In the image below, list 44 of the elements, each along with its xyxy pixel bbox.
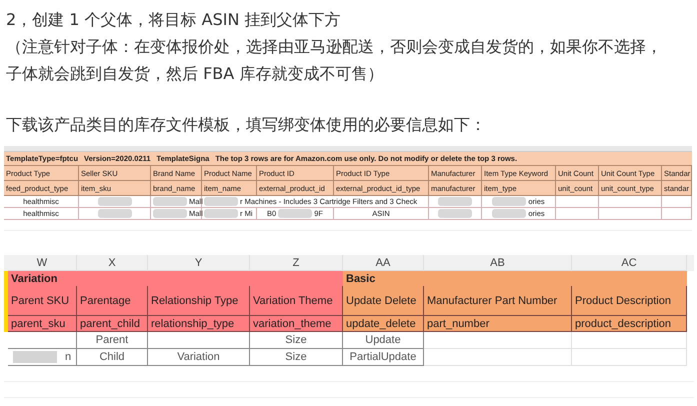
cell-text: n	[64, 351, 72, 363]
redaction	[492, 197, 526, 206]
redaction	[12, 351, 57, 363]
redaction	[438, 197, 472, 206]
redaction	[153, 197, 187, 206]
column-header: Relationship Type	[148, 286, 250, 316]
table-cell	[599, 196, 662, 208]
cell-text: Size	[285, 351, 307, 363]
table-cell	[662, 196, 692, 208]
cell-text: Child	[99, 351, 125, 363]
cell-text: Update	[365, 334, 401, 346]
table-cell	[662, 208, 692, 220]
article-text: 子体就会跳到自发货，然后 FBA 库存就变成不可售）	[6, 63, 384, 85]
redaction	[204, 197, 238, 206]
redaction	[492, 209, 526, 218]
article-text: 2，创建 1 个父体，将目标 ASIN 挂到父体下方	[6, 9, 342, 31]
redaction	[153, 209, 187, 218]
redaction	[98, 209, 132, 218]
field-name: parent_sku	[8, 316, 77, 332]
column-header: Manufacturer Part Number	[424, 286, 572, 316]
column-header: Product Description	[572, 286, 687, 316]
field-name: variation_theme	[250, 316, 343, 332]
redaction	[438, 209, 472, 218]
cell-text: Parent	[96, 334, 128, 346]
column-header: Parentage	[77, 286, 148, 316]
redaction	[278, 209, 312, 218]
field-name: parent_child	[77, 316, 148, 332]
field-name: relationship_type	[148, 316, 250, 332]
group-header: Basic	[343, 271, 687, 286]
article-text: （注意针对子体：在变体报价处，选择由亚马逊配送，否则会变成自发货的，如果你不选择，	[6, 36, 663, 58]
cell-text: Size	[285, 334, 307, 346]
article-text: 下载该产品类目的库存文件模板，填写绑变体使用的必要信息如下：	[6, 114, 487, 136]
field-name: update_delete	[343, 316, 424, 332]
field-name: product_description	[572, 316, 687, 332]
table-cell	[599, 208, 662, 220]
column-header: Variation Theme	[250, 286, 343, 316]
group-header: Variation	[8, 271, 343, 286]
redaction	[204, 209, 238, 218]
redaction	[98, 197, 132, 206]
column-header: Update Delete	[343, 286, 424, 316]
cell-text: PartialUpdate	[350, 351, 416, 363]
column-header: Parent SKU	[8, 286, 77, 316]
cell-text: Variation	[177, 351, 220, 363]
field-name: part_number	[424, 316, 572, 332]
